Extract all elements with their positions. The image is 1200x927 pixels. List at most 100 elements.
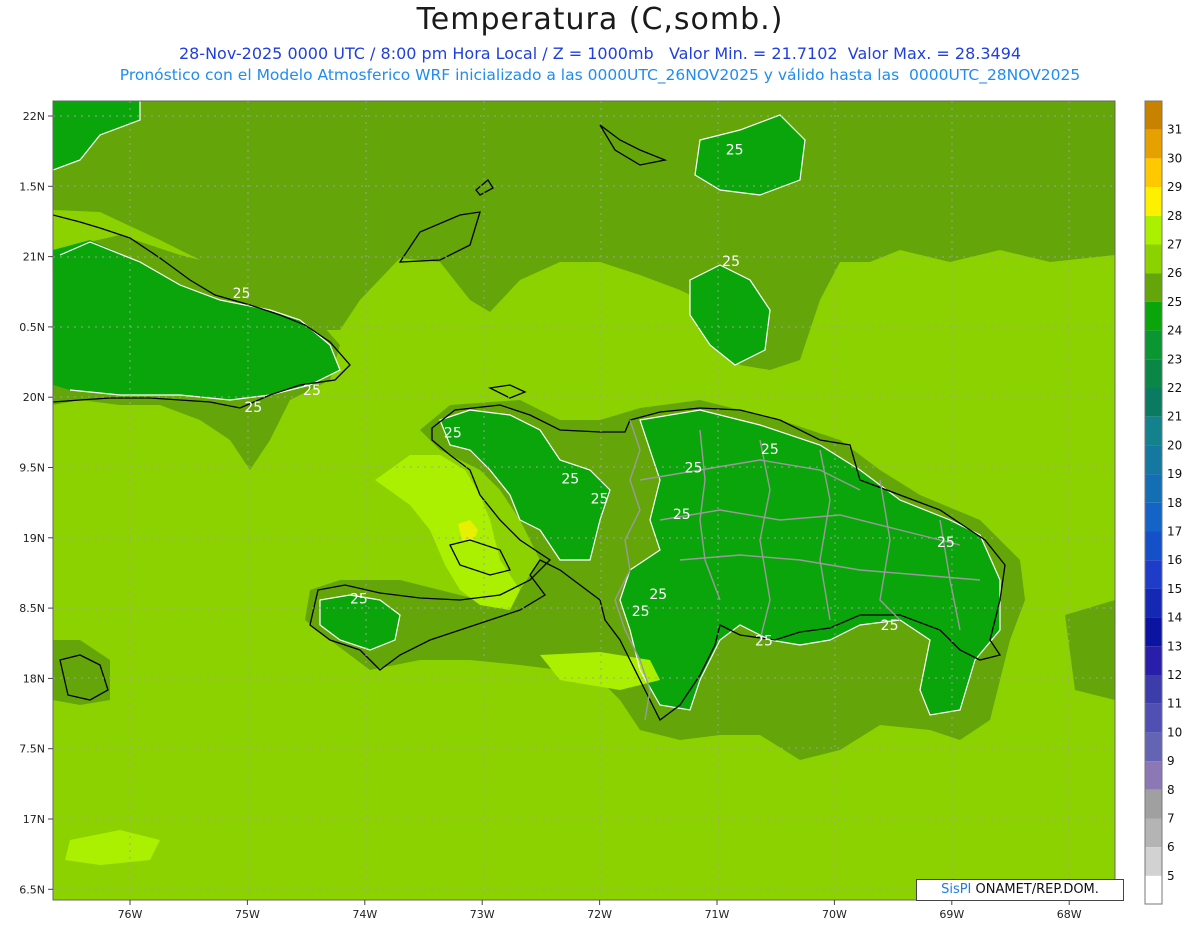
contour-label: 25 [755,633,773,649]
x-tick-label: 70W [822,908,847,921]
y-tick-label: 1.5N [19,180,45,193]
colorbar-label: 20 [1167,438,1182,452]
colorbar-swatch [1145,416,1162,446]
colorbar-swatch [1145,273,1162,302]
colorbar-swatch [1145,761,1162,790]
y-tick-label: 19N [23,532,45,545]
colorbar-label: 19 [1167,467,1182,481]
contour-label: 25 [881,618,899,634]
colorbar-label: 5 [1167,869,1175,883]
x-tick-label: 76W [118,908,143,921]
colorbar-swatch [1145,129,1162,159]
colorbar-swatch [1145,301,1162,331]
colorbar-label: 27 [1167,238,1182,252]
colorbar-label: 30 [1167,151,1182,165]
colorbar-swatch [1145,445,1162,475]
colorbar-swatch [1145,703,1162,733]
x-tick-label: 73W [470,908,495,921]
y-tick-label: 22N [23,110,45,123]
colorbar-label: 29 [1167,180,1182,194]
contour-label: 25 [350,591,368,607]
colorbar-label: 26 [1167,266,1182,280]
x-tick-label: 68W [1057,908,1082,921]
x-tick-label: 72W [587,908,612,921]
x-axis: 76W 75W 74W 73W 72W 71W 70W 69W 68W [118,900,1082,921]
colorbar-swatch [1145,675,1162,704]
y-tick-label: 20N [23,391,45,404]
colorbar-label: 25 [1167,295,1182,309]
colorbar-swatch [1145,388,1162,417]
colorbar-swatch [1145,244,1162,274]
contour-label: 25 [761,442,779,458]
colorbar-swatch [1145,474,1162,503]
contour-label: 25 [726,143,744,159]
contour-label: 25 [303,383,321,399]
colorbar-label: 22 [1167,381,1182,395]
colorbar-label: 7 [1167,812,1175,826]
colorbar-label: 31 [1167,123,1182,137]
colorbar-swatch [1145,330,1162,360]
y-tick-label: 8.5N [19,602,45,615]
colorbar-label: 17 [1167,525,1182,539]
colorbar-label: 16 [1167,553,1182,567]
colorbar-swatch [1145,502,1162,532]
contour-label: 25 [244,400,262,416]
colorbar-swatch [1145,215,1162,245]
contour-label: 25 [673,507,691,523]
y-tick-label: 9.5N [19,462,45,475]
colorbar-label: 15 [1167,582,1182,596]
colorbar-label: 10 [1167,725,1182,739]
contour-label: 25 [685,461,703,477]
y-axis: 22N 1.5N 21N 0.5N 20N 9.5N 19N 8.5N 18N 7.5N 17N 6.… [19,110,53,896]
colorbar-label: 9 [1167,754,1175,768]
colorbar-swatch [1145,359,1162,388]
colorbar-swatch [1145,531,1162,561]
colorbar-swatch [1145,187,1162,216]
contour-label: 25 [233,286,251,302]
colorbar-swatch [1145,818,1162,848]
y-tick-label: 0.5N [19,321,45,334]
colorbar-swatch [1145,101,1162,130]
contour-label: 25 [444,425,462,441]
colorbar-label: 28 [1167,209,1182,223]
colorbar-label: 13 [1167,639,1182,653]
colorbar-swatch [1145,560,1162,589]
colorbar-swatch [1145,617,1162,647]
colorbar-swatch [1145,646,1162,675]
colorbar-label: 18 [1167,496,1182,510]
credit-box: SisPI ONAMET/REP.DOM. [916,879,1124,901]
colorbar-label: 24 [1167,324,1182,338]
contour-label: 25 [649,587,667,603]
temperature-map: 2525252525252525252525 252525252525 76W 75… [19,100,1182,921]
colorbar-label: 21 [1167,410,1182,424]
coast-westlines [53,209,54,690]
colorbar-label: 14 [1167,611,1182,625]
colorbar-swatch [1145,732,1162,762]
x-tick-label: 69W [939,908,964,921]
colorbar-label: 12 [1167,668,1182,682]
colorbar-label: 8 [1167,783,1175,797]
credit-brand: SisPI [941,882,972,897]
x-tick-label: 71W [705,908,730,921]
y-tick-label: 7.5N [19,743,45,756]
y-tick-label: 21N [23,251,45,264]
x-tick-label: 74W [352,908,377,921]
colorbar-swatch [1145,158,1162,188]
contour-label: 25 [632,604,650,620]
contour-label: 25 [937,535,955,551]
contour-label: 25 [561,472,579,488]
x-tick-label: 75W [235,908,260,921]
y-tick-label: 17N [23,813,45,826]
colorbar-swatch-bottom [1145,875,1162,904]
colorbar-swatch [1145,588,1162,618]
map-field: 2525252525252525252525 252525252525 [53,101,1115,900]
colorbar: 31 30 29 28 27 26 25 24 23 22 21 20 19 18 17 16 15 14 13 12… [1144,100,1182,905]
colorbar-label: 11 [1167,697,1182,711]
contour-label: 25 [722,254,740,270]
colorbar-label: 23 [1167,352,1182,366]
y-tick-label: 6.5N [19,883,45,896]
colorbar-swatch [1145,789,1162,819]
credit-text: ONAMET/REP.DOM. [971,882,1099,897]
y-tick-label: 18N [23,672,45,685]
contour-label: 25 [591,491,609,507]
